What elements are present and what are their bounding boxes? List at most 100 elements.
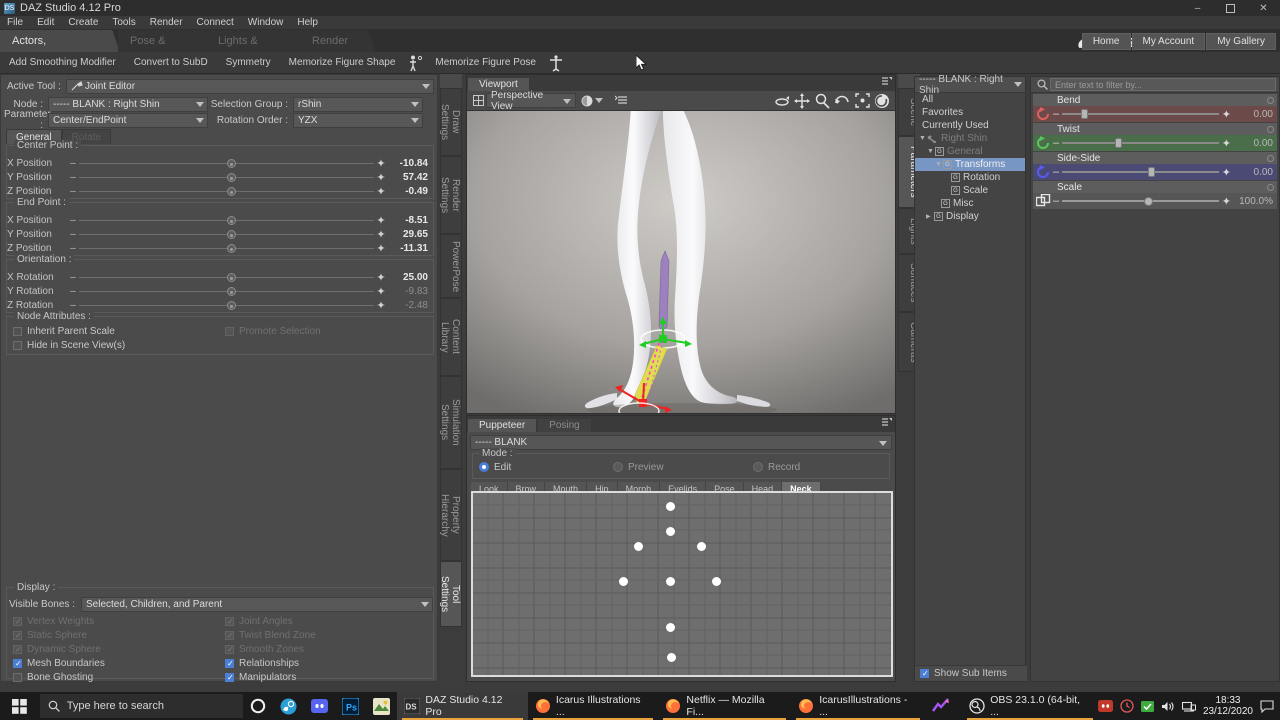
decrement-icon[interactable]: – xyxy=(69,172,77,183)
tab-lights-cameras[interactable]: Lights & Cameras xyxy=(206,30,309,69)
slider-knob[interactable] xyxy=(226,187,236,196)
expand-arrow-icon[interactable]: ▼ xyxy=(919,135,927,142)
dock-tab-draw-settings[interactable]: Draw Settings xyxy=(439,88,462,156)
tab-render[interactable]: Render xyxy=(300,30,376,52)
taskbar-app-icarusillustrations[interactable]: IcarusIllustrations - ... xyxy=(791,692,925,720)
tree-item-favorites[interactable]: Favorites xyxy=(915,106,1025,119)
chevron-down-icon[interactable] xyxy=(563,99,571,104)
puppeteer-grid[interactable] xyxy=(471,491,893,677)
radio-record[interactable]: Record xyxy=(753,462,800,473)
slider-knob[interactable] xyxy=(1115,138,1123,148)
viewport-3d-canvas[interactable] xyxy=(467,111,895,413)
decrement-icon[interactable]: – xyxy=(69,229,77,240)
slider-value[interactable]: -8.51 xyxy=(386,215,432,226)
maximize-button[interactable] xyxy=(1214,0,1247,16)
tree-item-transforms[interactable]: ▼ G Transforms xyxy=(915,158,1025,171)
taskbar-app-daz-studio[interactable]: DS DAZ Studio 4.12 Pro xyxy=(397,692,528,720)
increment-icon[interactable]: ✦ xyxy=(376,157,386,170)
puppeteer-dot[interactable] xyxy=(697,542,706,551)
figure-pose-icon[interactable] xyxy=(545,53,567,73)
decrement-icon[interactable]: – xyxy=(69,272,77,283)
checkbox-box[interactable] xyxy=(13,673,22,682)
rotate-icon[interactable] xyxy=(832,92,852,110)
dock-tab-simulation-settings[interactable]: Simulation Settings xyxy=(439,376,462,469)
slider-knob[interactable] xyxy=(1148,167,1156,177)
increment-icon[interactable]: ✦ xyxy=(376,299,386,312)
slider-track[interactable] xyxy=(1062,167,1219,177)
bend-icon[interactable] xyxy=(1033,106,1053,122)
side-icon[interactable] xyxy=(1033,164,1053,180)
slider-track[interactable] xyxy=(79,187,374,196)
taskbar-discord-icon[interactable] xyxy=(304,692,335,720)
chevron-down-icon[interactable] xyxy=(879,441,887,446)
menu-tools[interactable]: Tools xyxy=(105,16,142,30)
home-button[interactable]: Home xyxy=(1081,33,1131,50)
taskbar-image-viewer-icon[interactable] xyxy=(366,692,397,720)
add-smoothing-modifier-button[interactable]: Add Smoothing Modifier xyxy=(0,52,125,74)
parameter-value[interactable]: 0.00 xyxy=(1231,167,1277,178)
dock-tab-tool-settings[interactable]: Tool Settings xyxy=(439,561,462,627)
puppeteer-dot[interactable] xyxy=(666,527,675,536)
network-icon[interactable] xyxy=(1181,700,1196,713)
memorize-figure-shape-button[interactable]: Memorize Figure Shape xyxy=(280,52,405,74)
dock-tab-content-library[interactable]: Content Library xyxy=(439,298,462,376)
slider-track[interactable] xyxy=(79,216,374,225)
rotation-order-combo[interactable]: YZX xyxy=(293,112,423,128)
taskbar-search-input[interactable]: Type here to search xyxy=(39,694,244,718)
parameter-slider-bend[interactable]: – ✦ 0.00 xyxy=(1033,106,1277,122)
convert-to-subd-button[interactable]: Convert to SubD xyxy=(125,52,217,74)
pan-icon[interactable] xyxy=(792,92,812,110)
tab-pose-animate[interactable]: Pose & Animate xyxy=(118,30,212,69)
tree-item-rotation[interactable]: G Rotation xyxy=(915,171,1025,184)
close-button[interactable]: ✕ xyxy=(1247,0,1280,16)
slider-value[interactable]: 25.00 xyxy=(386,272,432,283)
puppeteer-dot[interactable] xyxy=(712,577,721,586)
increment-icon[interactable]: ✦ xyxy=(376,285,386,298)
dock-tab-render-settings[interactable]: Render Settings xyxy=(439,156,462,234)
clock-tray-icon[interactable] xyxy=(1120,699,1134,713)
radio-button[interactable] xyxy=(479,462,489,472)
node-combo[interactable]: ----- BLANK : Right Shin xyxy=(48,96,208,112)
slider-track[interactable] xyxy=(1062,109,1219,119)
dock-tab-property-hierarchy[interactable]: Property Hierarchy xyxy=(439,469,462,561)
slider-knob[interactable] xyxy=(226,287,236,296)
taskbar-app-icarus-illustrations[interactable]: Icarus Illustrations ... xyxy=(528,692,659,720)
tab-posing[interactable]: Posing xyxy=(537,418,592,432)
tab-puppeteer[interactable]: Puppeteer xyxy=(467,418,538,432)
increment-icon[interactable]: ✦ xyxy=(376,185,386,198)
menu-create[interactable]: Create xyxy=(61,16,105,30)
taskbar-cortana-icon[interactable] xyxy=(243,692,273,720)
slider-track[interactable] xyxy=(79,287,374,296)
parameter-options-icon[interactable] xyxy=(1267,126,1274,133)
green-tray-icon[interactable] xyxy=(1140,700,1154,712)
slider-knob[interactable] xyxy=(226,216,236,225)
volume-icon[interactable] xyxy=(1161,700,1175,713)
slider-end-y-position[interactable]: Y Position – ✦ 29.65 xyxy=(7,228,432,241)
decrement-icon[interactable]: – xyxy=(69,215,77,226)
viewport-options-icon[interactable] xyxy=(611,92,631,110)
memorize-figure-pose-button[interactable]: Memorize Figure Pose xyxy=(426,52,545,74)
checkbox-box[interactable] xyxy=(920,669,929,678)
increment-icon[interactable]: ✦ xyxy=(376,171,386,184)
scale-icon[interactable] xyxy=(1033,193,1053,209)
slider-value[interactable]: 57.42 xyxy=(386,172,432,183)
radio-preview[interactable]: Preview xyxy=(613,462,664,473)
parameter-options-icon[interactable] xyxy=(1267,155,1274,162)
slider-knob[interactable] xyxy=(226,230,236,239)
slider-center-y-position[interactable]: Y Position – ✦ 57.42 xyxy=(7,171,432,184)
puppeteer-dot[interactable] xyxy=(667,653,676,662)
increment-icon[interactable]: ✦ xyxy=(376,242,386,255)
radio-button[interactable] xyxy=(613,462,623,472)
show-sub-items-row[interactable]: Show Sub Items xyxy=(915,665,1027,681)
taskbar-photoshop-icon[interactable]: Ps xyxy=(335,692,366,720)
checkbox-hide-in-scene-views[interactable]: Hide in Scene View(s) xyxy=(13,340,125,351)
increment-icon[interactable]: ✦ xyxy=(376,214,386,227)
radio-edit[interactable]: Edit xyxy=(479,462,511,473)
checkbox-box[interactable] xyxy=(13,659,22,668)
checkbox-mesh-boundaries[interactable]: Mesh Boundaries xyxy=(13,658,105,669)
grid-view-icon[interactable] xyxy=(470,95,486,106)
slider-center-x-position[interactable]: X Position – ✦ -10.84 xyxy=(7,157,432,170)
slider-knob[interactable] xyxy=(226,273,236,282)
parameter-slider-scale[interactable]: – ✦ 100.0% xyxy=(1033,193,1277,209)
checkbox-manipulators[interactable]: Manipulators xyxy=(225,672,296,683)
